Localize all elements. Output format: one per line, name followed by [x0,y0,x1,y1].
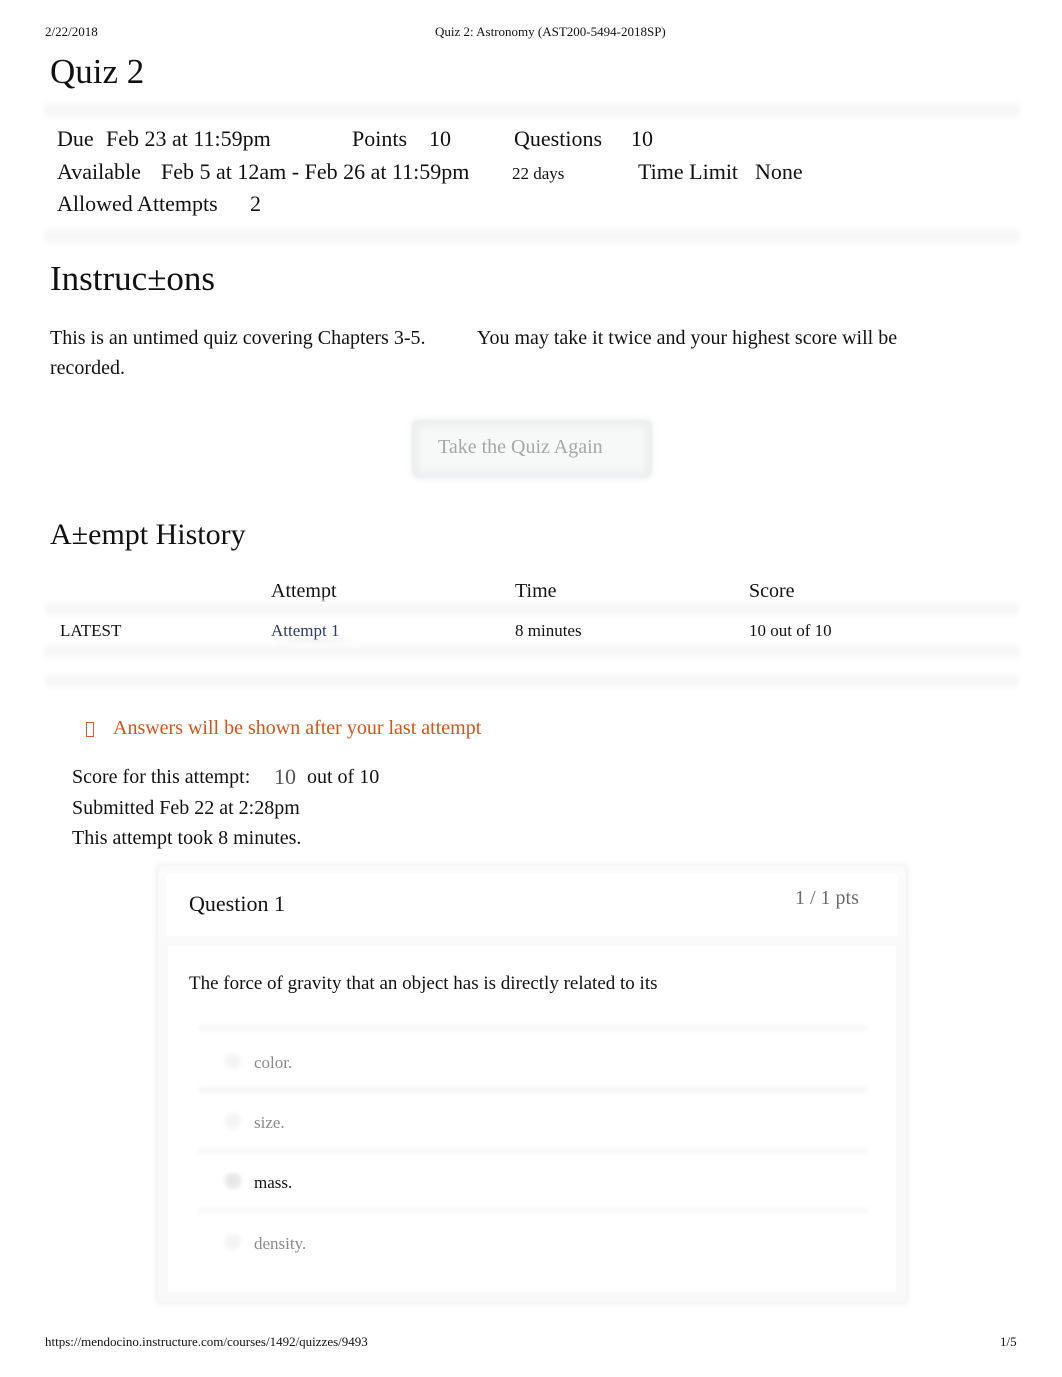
question-title: Question 1 [189,891,285,916]
allowed-attempts-value: 2 [250,191,261,216]
score-label: Score for this attempt: [72,766,251,788]
radio-icon[interactable] [224,1112,242,1130]
answer-divider [198,1023,868,1033]
answer-divider [198,1146,868,1156]
take-quiz-again-button[interactable]: Take the Quiz Again [412,420,652,478]
score-value: 10 [274,764,296,789]
attempt-duration: This attempt took 8 minutes. [72,827,302,849]
instructions-line: You may take it twice and your highest s… [477,327,898,349]
answer-divider [198,1085,868,1095]
answer-label: size. [254,1113,285,1132]
due-value: Feb 23 at 11:59pm [106,126,271,151]
due-label: Due [57,126,94,151]
question-text: The force of gravity that an object has … [189,973,658,994]
take-quiz-again-label: Take the Quiz Again [438,436,603,458]
instructions-line: This is an untimed quiz covering Chapter… [50,327,426,349]
instructions-heading: Instruc±ons [50,259,216,298]
time-limit-label: Time Limit [638,159,739,184]
instructions-line: recorded. [50,357,125,379]
questions-value: 10 [631,126,653,151]
question-points: 1 / 1 pts [795,887,859,909]
print-date: 2/22/2018 [45,24,98,39]
table-divider [44,642,1020,660]
allowed-attempts-label: Allowed Attempts [57,191,218,216]
radio-icon[interactable] [224,1052,242,1070]
answer-label: density. [254,1234,307,1253]
time-limit-value: None [755,159,803,184]
attempt-history-heading: A±empt History [50,518,246,551]
answers-notice: Answers will be shown after your last at… [113,717,482,739]
available-duration: 22 days [512,164,565,183]
attempt-score: 10 out of 10 [749,621,832,640]
points-label: Points [352,126,408,151]
table-divider [44,600,1020,618]
print-url: https://mendocino.instructure.com/course… [45,1334,368,1349]
info-icon [86,722,94,737]
radio-icon[interactable] [224,1233,242,1251]
print-page-title: Quiz 2: Astronomy (AST200-5494-2018SP) [435,24,666,39]
attempt-time: 8 minutes [515,621,582,640]
points-value: 10 [429,126,451,151]
available-value: Feb 5 at 12am - Feb 26 at 11:59pm [161,159,470,184]
score-out-of: out of 10 [307,766,380,788]
table-divider [44,672,1020,690]
available-label: Available [57,159,141,184]
latest-tag: LATEST [60,621,122,640]
questions-label: Questions [514,126,602,151]
answer-divider [198,1206,868,1216]
answer-label: mass. [254,1173,293,1192]
radio-selected-icon[interactable] [224,1172,242,1190]
print-page-number: 1/5 [1000,1334,1017,1349]
submitted-time: Submitted Feb 22 at 2:28pm [72,797,300,819]
details-divider-bottom [44,226,1020,246]
details-divider-top [44,100,1020,120]
answer-label: color. [254,1053,293,1072]
attempt-1-link[interactable]: Attempt 1 [271,621,339,641]
quiz-title: Quiz 2 [50,52,145,91]
